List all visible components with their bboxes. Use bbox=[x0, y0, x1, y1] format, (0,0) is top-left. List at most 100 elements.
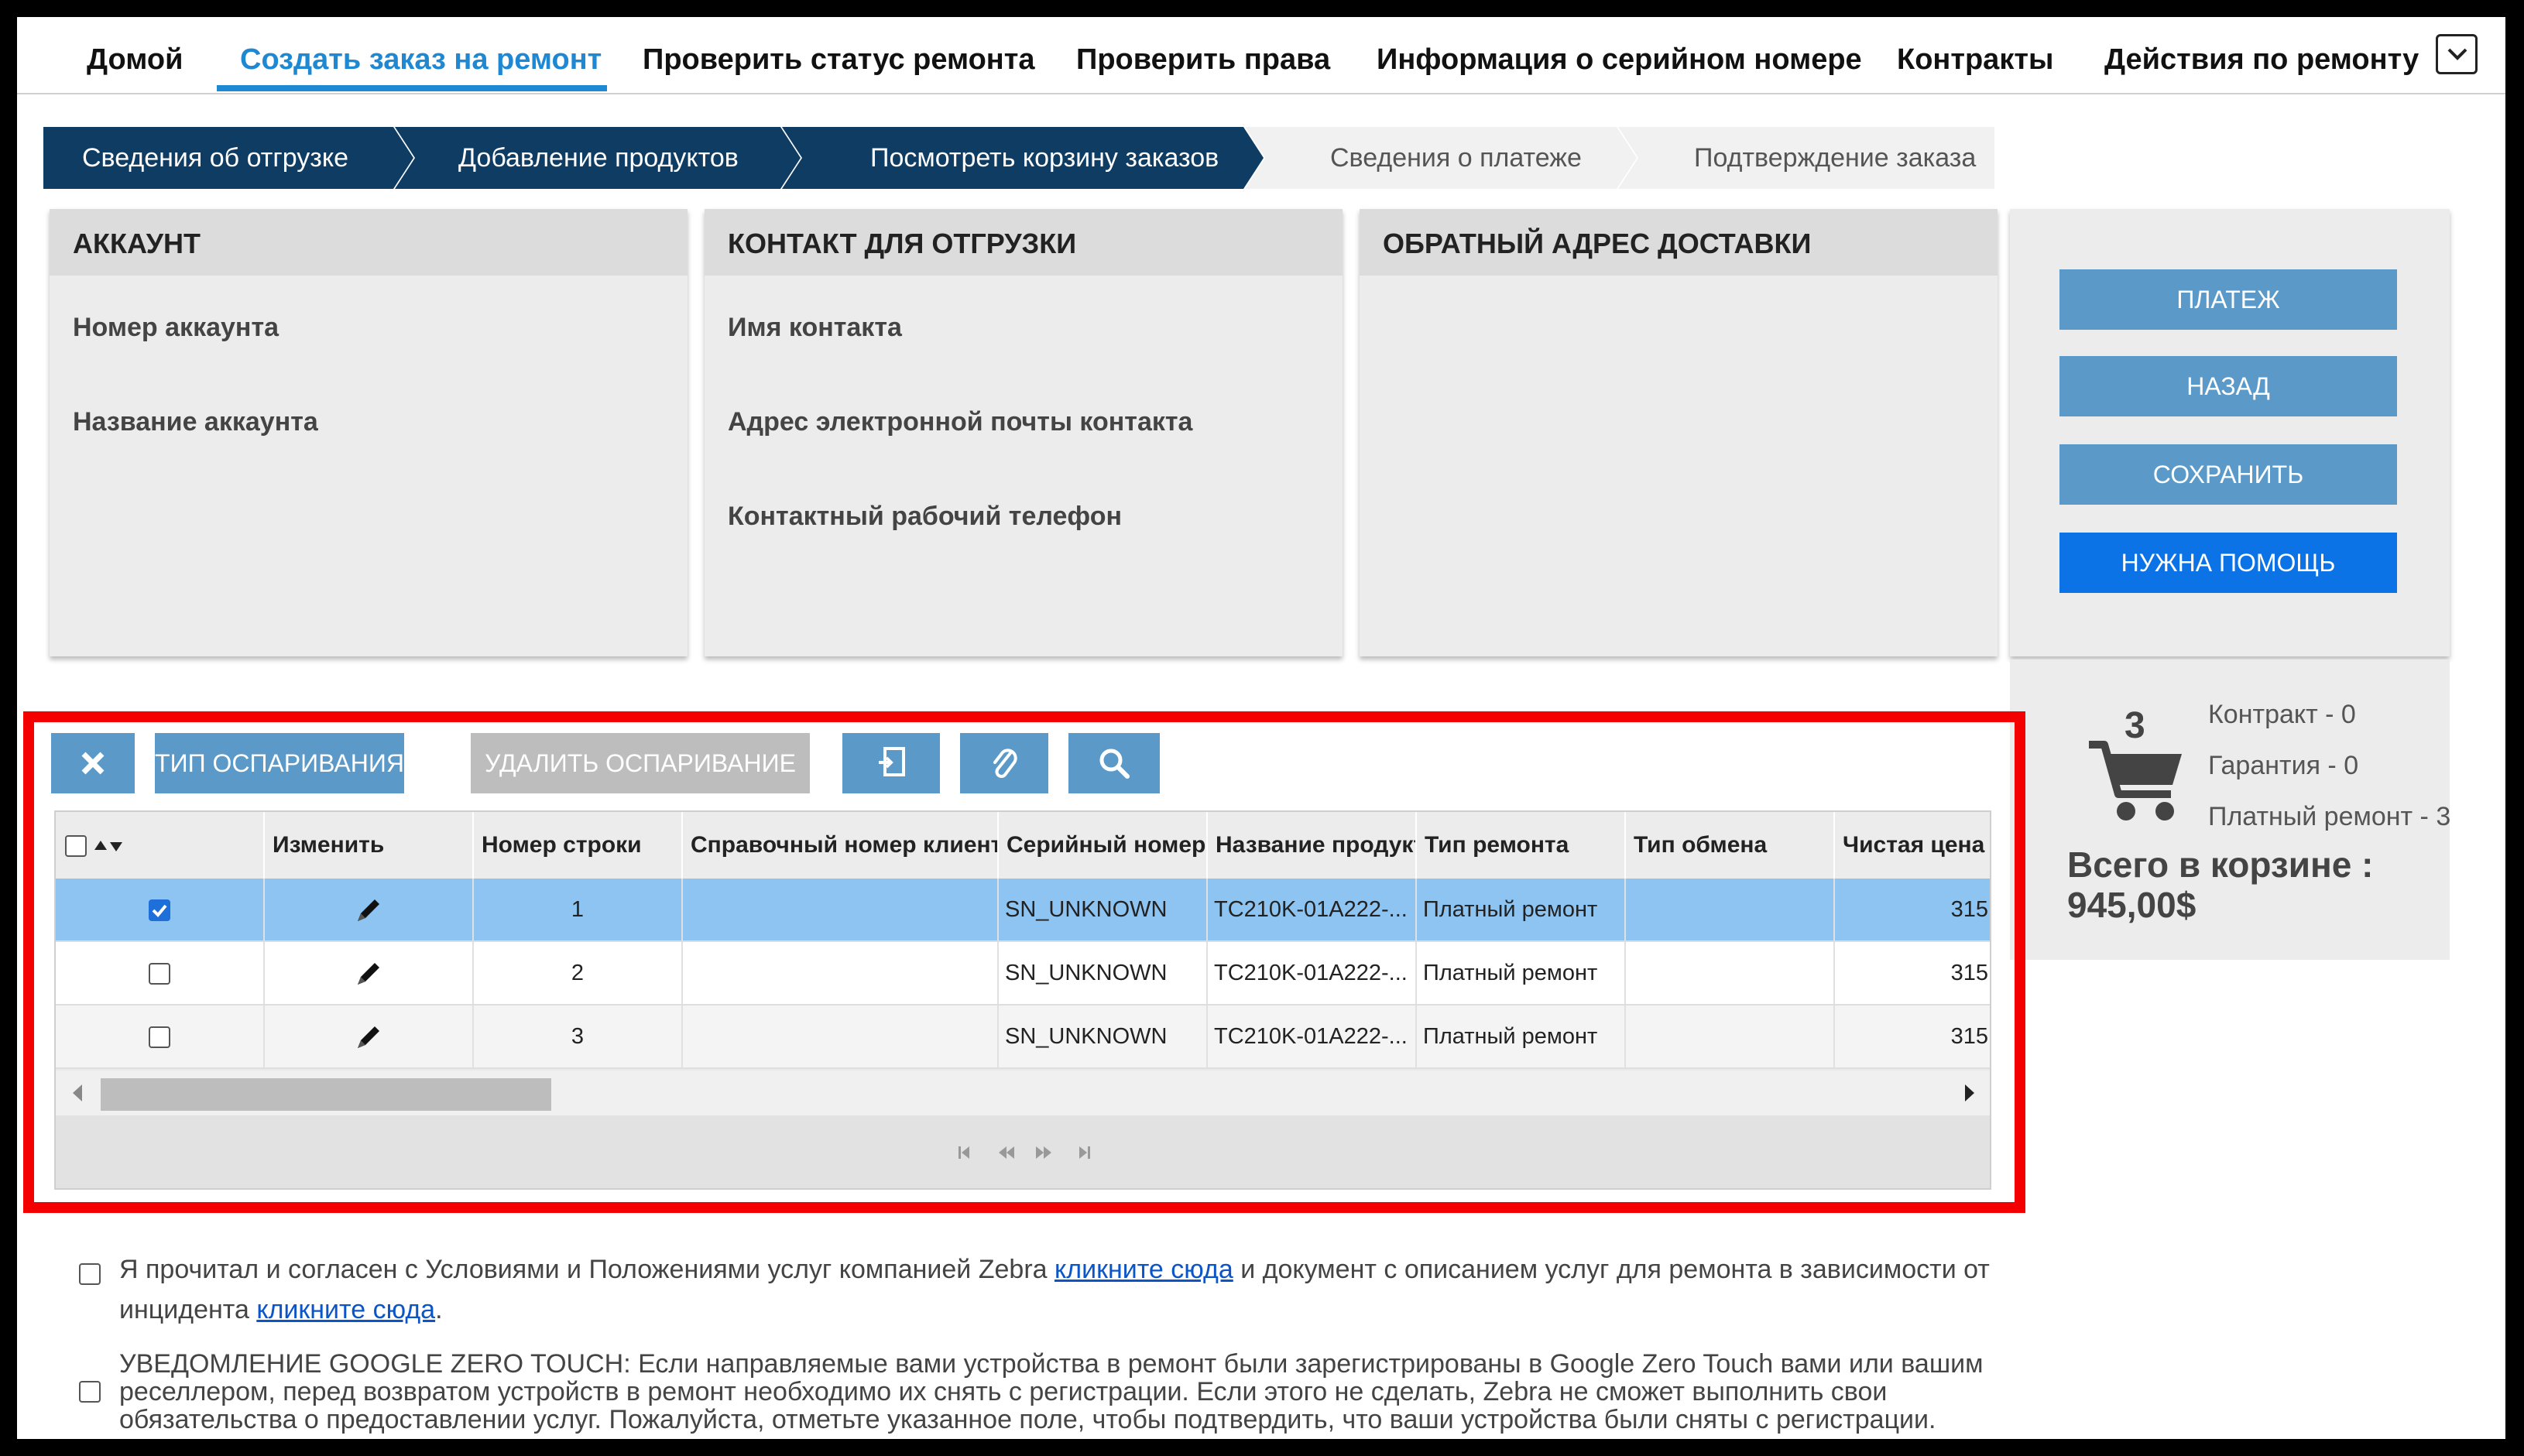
save-button[interactable]: СОХРАНИТЬ bbox=[2059, 444, 2397, 505]
account-panel-title: АККАУНТ bbox=[50, 209, 688, 276]
nav-serial-number-info[interactable]: Информация о серийном номере bbox=[1377, 43, 1862, 77]
row-select-cell[interactable] bbox=[56, 879, 265, 940]
row-checkbox[interactable] bbox=[149, 1026, 170, 1049]
service-description-link[interactable]: кликните сюда bbox=[256, 1295, 435, 1324]
contact-phone-label: Контактный рабочий телефон bbox=[728, 502, 1123, 531]
account-panel: АККАУНТ Номер аккаунта Название аккаунта bbox=[50, 209, 688, 656]
repair-type-cell: Платный ремонт bbox=[1417, 879, 1626, 940]
zero-touch-checkbox[interactable] bbox=[79, 1381, 101, 1403]
close-icon bbox=[81, 752, 105, 775]
row-select-cell[interactable] bbox=[56, 1005, 265, 1067]
prev-page-icon[interactable] bbox=[999, 1146, 1014, 1159]
pencil-icon[interactable] bbox=[353, 958, 384, 989]
delete-row-button[interactable] bbox=[51, 733, 135, 793]
col-repair-type[interactable]: Тип ремонта bbox=[1417, 812, 1626, 879]
select-all-checkbox[interactable] bbox=[65, 835, 87, 858]
step-view-cart[interactable]: Посмотреть корзину заказов bbox=[782, 127, 1264, 189]
row-checkbox-checked[interactable] bbox=[149, 899, 170, 922]
serial-number-cell: SN_UNKNOWN bbox=[999, 942, 1208, 1004]
table-row[interactable]: 2 SN_UNKNOWN TC210K-01A222-... Платный р… bbox=[56, 942, 1990, 1005]
line-number-cell: 3 bbox=[474, 1005, 683, 1067]
table-row[interactable]: 1 SN_UNKNOWN TC210K-01A222-... Платный р… bbox=[56, 879, 1990, 942]
scroll-left-icon[interactable] bbox=[70, 1083, 85, 1103]
first-page-icon[interactable] bbox=[959, 1146, 969, 1159]
pencil-icon[interactable] bbox=[353, 895, 384, 926]
chevron-down-icon bbox=[2447, 48, 2467, 60]
scrollbar-thumb[interactable] bbox=[101, 1078, 551, 1111]
search-icon bbox=[1099, 749, 1130, 779]
nav-check-repair-status[interactable]: Проверить статус ремонта bbox=[643, 43, 1035, 77]
shopping-cart-icon bbox=[2089, 741, 2182, 820]
pencil-icon[interactable] bbox=[353, 1022, 384, 1053]
cart-total-value: 945,00$ bbox=[2067, 885, 2196, 925]
product-name-cell: TC210K-01A222-... bbox=[1208, 1005, 1417, 1067]
exchange-type-cell bbox=[1626, 879, 1835, 940]
edit-cell[interactable] bbox=[265, 942, 474, 1004]
horizontal-scrollbar[interactable] bbox=[56, 1071, 1990, 1115]
search-button[interactable] bbox=[1068, 733, 1160, 793]
customer-ref-cell bbox=[683, 942, 999, 1004]
col-edit[interactable]: Изменить bbox=[265, 812, 474, 879]
need-help-button[interactable]: НУЖНА ПОМОЩЬ bbox=[2059, 533, 2397, 593]
attach-button[interactable] bbox=[960, 733, 1048, 793]
col-net-price[interactable]: Чистая цена bbox=[1835, 812, 1990, 879]
customer-ref-cell bbox=[683, 879, 999, 940]
step-shipping-info[interactable]: Сведения об отгрузке bbox=[43, 127, 413, 189]
net-price-cell: 315 bbox=[1835, 942, 1990, 1004]
product-name-cell: TC210K-01A222-... bbox=[1208, 942, 1417, 1004]
step-order-confirmation: Подтверждение заказа bbox=[1618, 127, 1994, 189]
select-all-column[interactable] bbox=[56, 812, 265, 879]
table-row[interactable]: 3 SN_UNKNOWN TC210K-01A222-... Платный р… bbox=[56, 1005, 1990, 1069]
remove-dispute-button[interactable]: УДАЛИТЬ ОСПАРИВАНИЕ bbox=[471, 733, 810, 793]
nav-contracts[interactable]: Контракты bbox=[1897, 43, 2053, 77]
scroll-right-icon[interactable] bbox=[1962, 1083, 1977, 1103]
net-price-cell: 315 bbox=[1835, 879, 1990, 940]
terms-text-part: и документ с описанием услуг для ремонта… bbox=[1233, 1255, 1990, 1284]
edit-cell[interactable] bbox=[265, 1005, 474, 1067]
order-items-grid: Изменить Номер строки Справочный номер к… bbox=[54, 810, 1991, 1190]
line-number-cell: 1 bbox=[474, 879, 683, 940]
terms-text-part: инцидента bbox=[119, 1295, 257, 1324]
col-product-name[interactable]: Название продукта bbox=[1208, 812, 1417, 879]
dispute-type-button[interactable]: ТИП ОСПАРИВАНИЯ bbox=[155, 733, 404, 793]
cart-paid-repair-count: Платный ремонт - 3 bbox=[2208, 802, 2451, 831]
edit-cell[interactable] bbox=[265, 879, 474, 940]
shipping-contact-panel: КОНТАКТ ДЛЯ ОТГРУЗКИ Имя контакта Адрес … bbox=[705, 209, 1343, 656]
account-number-label: Номер аккаунта bbox=[73, 313, 279, 342]
step-add-products[interactable]: Добавление продуктов bbox=[395, 127, 801, 189]
row-select-cell[interactable] bbox=[56, 942, 265, 1004]
line-number-cell: 2 bbox=[474, 942, 683, 1004]
terms-checkbox[interactable] bbox=[79, 1263, 101, 1285]
last-page-icon[interactable] bbox=[1079, 1146, 1090, 1159]
col-exchange-type[interactable]: Тип обмена bbox=[1626, 812, 1835, 879]
serial-number-cell: SN_UNKNOWN bbox=[999, 879, 1208, 940]
row-checkbox[interactable] bbox=[149, 963, 170, 985]
return-address-panel: ОБРАТНЫЙ АДРЕС ДОСТАВКИ bbox=[1360, 209, 1998, 656]
terms-link[interactable]: кликните сюда bbox=[1055, 1255, 1233, 1284]
step-label: Посмотреть корзину заказов bbox=[870, 142, 1219, 173]
nav-repair-actions[interactable]: Действия по ремонту bbox=[2104, 43, 2419, 77]
top-navigation: Домой Создать заказ на ремонт Проверить … bbox=[17, 17, 2505, 94]
terms-text-part: Я прочитал и согласен с Условиями и Поло… bbox=[119, 1255, 1055, 1284]
payment-button[interactable]: ПЛАТЕЖ bbox=[2059, 269, 2397, 330]
back-button[interactable]: НАЗАД bbox=[2059, 356, 2397, 416]
col-customer-ref[interactable]: Справочный номер клиента bbox=[683, 812, 999, 879]
cart-summary: 3 Контракт - 0 Гарантия - 0 Платный ремо… bbox=[2010, 659, 2450, 960]
sort-icon[interactable] bbox=[93, 838, 124, 855]
grid-pager bbox=[56, 1115, 1990, 1188]
nav-more-button[interactable] bbox=[2436, 34, 2478, 74]
export-icon bbox=[879, 747, 905, 776]
product-name-cell: TC210K-01A222-... bbox=[1208, 879, 1417, 940]
col-line-number[interactable]: Номер строки bbox=[474, 812, 683, 879]
zero-touch-notice: УВЕДОМЛЕНИЕ GOOGLE ZERO TOUCH: Если напр… bbox=[119, 1349, 1984, 1434]
account-name-label: Название аккаунта bbox=[73, 407, 318, 437]
next-page-icon[interactable] bbox=[1036, 1146, 1051, 1159]
export-button[interactable] bbox=[842, 733, 940, 793]
cart-total-label: Всего в корзине : bbox=[2067, 844, 2374, 885]
nav-home[interactable]: Домой bbox=[87, 43, 183, 77]
nav-create-repair-order[interactable]: Создать заказ на ремонт bbox=[240, 43, 602, 77]
col-serial-number[interactable]: Серийный номер bbox=[999, 812, 1208, 879]
nav-check-entitlement[interactable]: Проверить права bbox=[1076, 43, 1330, 77]
step-label: Подтверждение заказа bbox=[1694, 142, 1977, 173]
net-price-cell: 315 bbox=[1835, 1005, 1990, 1067]
